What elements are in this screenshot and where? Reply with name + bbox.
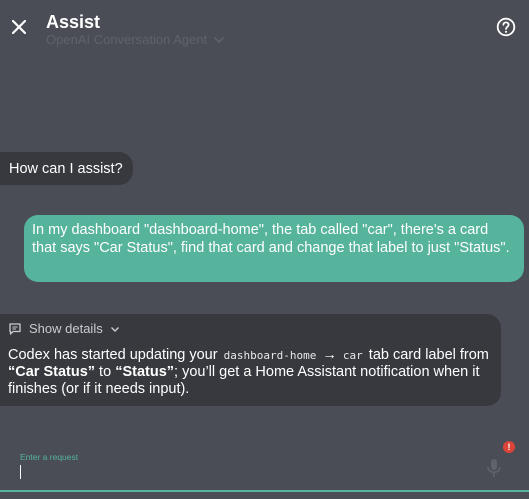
reply-text: Codex has started updating your dashboar… xyxy=(8,347,493,398)
help-icon[interactable] xyxy=(496,17,516,37)
alert-badge: ! xyxy=(503,441,515,453)
greeting-text: How can I assist? xyxy=(9,161,123,177)
new-label: “Status” xyxy=(115,364,175,380)
request-input-field[interactable]: Enter a request ! xyxy=(0,440,529,499)
reply-text-to: to xyxy=(95,364,116,380)
chevron-down-icon xyxy=(214,36,225,43)
agent-select[interactable]: OpenAI Conversation Agent xyxy=(46,32,225,47)
dialog-header: Assist OpenAI Conversation Agent xyxy=(0,0,529,56)
user-message-text: In my dashboard "dashboard-home", the ta… xyxy=(32,222,510,256)
request-input-label: Enter a request xyxy=(20,452,79,462)
assistant-greeting-message: How can I assist? xyxy=(0,152,133,185)
agent-select-value: OpenAI Conversation Agent xyxy=(46,32,208,47)
chevron-down-icon xyxy=(110,326,119,332)
comment-icon xyxy=(9,323,21,335)
arrow: → xyxy=(322,347,337,363)
text-caret xyxy=(20,465,21,479)
old-label: “Car Status” xyxy=(8,364,96,380)
user-message: In my dashboard "dashboard-home", the ta… xyxy=(24,215,524,282)
code-dashboard: dashboard-home xyxy=(223,349,317,362)
assistant-reply-message: Show details Codex has started updating … xyxy=(0,314,501,406)
input-underline xyxy=(0,490,529,492)
reply-text-part2: tab card label from xyxy=(364,347,489,363)
dialog-title: Assist xyxy=(46,12,101,32)
code-tab: car xyxy=(342,349,363,362)
reply-text-part1: Codex has started updating your xyxy=(8,347,222,363)
close-icon[interactable] xyxy=(9,17,29,37)
show-details-toggle[interactable]: Show details xyxy=(8,321,493,337)
show-details-label: Show details xyxy=(29,321,103,336)
microphone-icon[interactable] xyxy=(485,457,503,479)
